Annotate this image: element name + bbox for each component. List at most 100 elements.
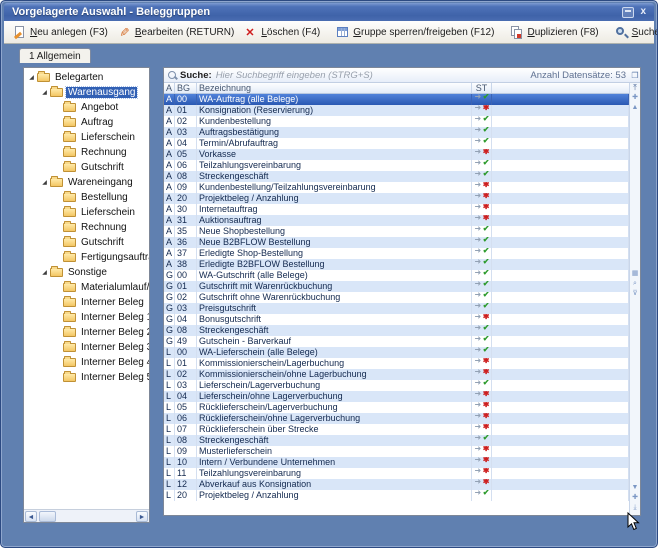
table-row[interactable]: L01Kommissionierschein/Lagerbuchung xyxy=(164,358,629,369)
tree-item-interner-beleg-5-pps-[interactable]: Interner Beleg 5 (PPS) xyxy=(24,370,149,385)
lockgroup-button[interactable]: Gruppe sperren/freigeben (F12) xyxy=(331,24,499,41)
cell-status xyxy=(472,347,492,358)
tree-expander-icon[interactable]: ◢ xyxy=(40,179,49,186)
delete-button[interactable]: Löschen (F4) xyxy=(239,24,325,41)
table-row[interactable]: L12Abverkauf aus Konsignation xyxy=(164,479,629,490)
table-row[interactable]: L00WA-Lieferschein (alle Belege) xyxy=(164,347,629,358)
folder-icon xyxy=(63,373,76,382)
tree-item-interner-beleg-1-pps-[interactable]: Interner Beleg 1 (PPS) xyxy=(24,310,149,325)
table-row[interactable]: A31Auktionsauftrag xyxy=(164,215,629,226)
search-button[interactable]: Suchen (STRG+S) xyxy=(610,24,658,41)
table-row[interactable]: A38Erledigte B2BFLOW Bestellung xyxy=(164,259,629,270)
table-row[interactable]: L07Rücklieferschein über Strecke xyxy=(164,424,629,435)
table-row[interactable]: G01Gutschrift mit Warenrückbuchung xyxy=(164,281,629,292)
table-row[interactable]: A30Internetauftrag xyxy=(164,204,629,215)
column-header-st[interactable]: ST xyxy=(472,83,492,93)
table-row[interactable]: A36Neue B2BFLOW Bestellung xyxy=(164,237,629,248)
status-inactive-icon xyxy=(476,149,488,158)
table-row[interactable]: A05Vorkasse xyxy=(164,149,629,160)
table-row[interactable]: A01Konsignation (Reservierung) xyxy=(164,105,629,116)
table-row[interactable]: A37Erledigte Shop-Bestellung xyxy=(164,248,629,259)
table-row[interactable]: A06Teilzahlungsvereinbarung xyxy=(164,160,629,171)
table-row[interactable]: L02Kommissionierschein/ohne Lagerbuchung xyxy=(164,369,629,380)
scrollbar-thumb[interactable] xyxy=(39,511,56,522)
table-row[interactable]: A08Streckengeschäft xyxy=(164,171,629,182)
tree-item-interner-beleg-4-pps-[interactable]: Interner Beleg 4 (PPS) xyxy=(24,355,149,370)
cell-bezeichnung: Kommissionierschein/Lagerbuchung xyxy=(197,358,472,369)
table-row[interactable]: L11Teilzahlungsvereinbarung xyxy=(164,468,629,479)
tree-item-warenausgang[interactable]: ◢Warenausgang xyxy=(24,85,149,100)
scroll-down-icon[interactable]: ▼ xyxy=(630,483,640,493)
table-row[interactable]: L05Rücklieferschein/Lagerverbuchung xyxy=(164,402,629,413)
table-row[interactable]: A09Kundenbestellung/Teilzahlungsvereinba… xyxy=(164,182,629,193)
tree-item-sonstige[interactable]: ◢Sonstige xyxy=(24,265,149,280)
grid-vertical-scrollbar[interactable]: ❐ ⤒✚▲ ▦⌕⊽ ▼✚⤓ xyxy=(629,83,640,515)
tree-item-rechnung[interactable]: Rechnung xyxy=(24,145,149,160)
cell-status xyxy=(472,358,492,369)
tree-item-angebot[interactable]: Angebot xyxy=(24,100,149,115)
tree-item-bestellung[interactable]: Bestellung xyxy=(24,190,149,205)
scroll-right-icon[interactable]: ► xyxy=(136,511,148,522)
scroll-up-icon[interactable]: ▲ xyxy=(630,103,640,113)
table-row[interactable]: A03Auftragsbestätigung xyxy=(164,127,629,138)
add-record-icon[interactable]: ✚ xyxy=(630,93,640,103)
edit-button[interactable]: Bearbeiten (RETURN) xyxy=(113,24,239,41)
table-row[interactable]: A04Termin/Abrufauftrag xyxy=(164,138,629,149)
table-row[interactable]: G02Gutschrift ohne Warenrückbuchung xyxy=(164,292,629,303)
tree-expander-icon[interactable]: ◢ xyxy=(40,89,49,96)
tree-item-materialumlauf-reparatur[interactable]: Materialumlauf/Reparatur xyxy=(24,280,149,295)
tree-item-wareneingang[interactable]: ◢Wareneingang xyxy=(24,175,149,190)
tree-expander-icon[interactable]: ◢ xyxy=(27,74,36,81)
grid-view-icon[interactable]: ▦ xyxy=(630,269,640,279)
table-row[interactable]: A00WA-Auftrag (alle Belege) xyxy=(164,94,629,105)
tree-horizontal-scrollbar[interactable]: ◄ ► xyxy=(24,509,149,522)
tree-item-gutschrift[interactable]: Gutschrift xyxy=(24,160,149,175)
cell-filler xyxy=(492,336,629,347)
status-inactive-icon xyxy=(476,479,488,488)
search-input[interactable]: Hier Suchbegriff eingeben (STRG+S) xyxy=(216,70,531,81)
table-row[interactable]: A02Kundenbestellung xyxy=(164,116,629,127)
tree-item-lieferschein[interactable]: Lieferschein xyxy=(24,205,149,220)
new-button[interactable]: Neu anlegen (F3) xyxy=(8,24,113,41)
tree-item-interner-beleg-3-pps-[interactable]: Interner Beleg 3 (PPS) xyxy=(24,340,149,355)
table-row[interactable]: L03Lieferschein/Lagerverbuchung xyxy=(164,380,629,391)
table-row[interactable]: G03Preisgutschrift xyxy=(164,303,629,314)
tree-item-gutschrift[interactable]: Gutschrift xyxy=(24,235,149,250)
tree-item-lieferschein[interactable]: Lieferschein xyxy=(24,130,149,145)
tree-expander-icon[interactable]: ◢ xyxy=(40,269,49,276)
scroll-left-icon[interactable]: ◄ xyxy=(25,511,37,522)
cell-art: L xyxy=(164,413,175,424)
duplicate-button[interactable]: Duplizieren (F8) xyxy=(505,24,603,41)
tree-item-auftrag[interactable]: Auftrag xyxy=(24,115,149,130)
grid-search-bar[interactable]: Suche: Hier Suchbegriff eingeben (STRG+S… xyxy=(164,68,640,83)
table-row[interactable]: G04Bonusgutschrift xyxy=(164,314,629,325)
tree-item-belegarten[interactable]: ◢Belegarten xyxy=(24,70,149,85)
close-icon[interactable]: x xyxy=(640,7,646,17)
table-row[interactable]: A20Projektbeleg / Anzahlung xyxy=(164,193,629,204)
table-row[interactable]: G08Streckengeschäft xyxy=(164,325,629,336)
table-row[interactable]: G49Gutschein - Barverkauf xyxy=(164,336,629,347)
filter-icon[interactable]: ⊽ xyxy=(630,289,640,299)
table-row[interactable]: L08Streckengeschäft xyxy=(164,435,629,446)
table-row[interactable]: L04Lieferschein/ohne Lagerverbuchung xyxy=(164,391,629,402)
column-chooser-icon[interactable]: ❐ xyxy=(630,71,640,80)
add-record-icon[interactable]: ✚ xyxy=(630,493,640,503)
tab-allgemein[interactable]: 1 Allgemein xyxy=(19,48,91,63)
table-row[interactable]: L20Projektbeleg / Anzahlung xyxy=(164,490,629,501)
table-row[interactable]: G00WA-Gutschrift (alle Belege) xyxy=(164,270,629,281)
tree-item-rechnung[interactable]: Rechnung xyxy=(24,220,149,235)
cell-art: A xyxy=(164,215,175,226)
tree-item-interner-beleg-2-pps-[interactable]: Interner Beleg 2 (PPS) xyxy=(24,325,149,340)
column-header-bg[interactable]: BG xyxy=(175,83,197,93)
column-header-a[interactable]: A xyxy=(164,83,175,93)
restore-window-icon[interactable] xyxy=(622,7,634,18)
tree-item-fertigungsauftrag-pps-[interactable]: Fertigungsauftrag (PPS) xyxy=(24,250,149,265)
table-row[interactable]: A35Neue Shopbestellung xyxy=(164,226,629,237)
scroll-to-top-icon[interactable]: ⤒ xyxy=(630,83,640,93)
table-row[interactable]: L06Rücklieferschein/ohne Lagerverbuchung xyxy=(164,413,629,424)
table-row[interactable]: L09Musterlieferschein xyxy=(164,446,629,457)
quick-search-icon[interactable]: ⌕ xyxy=(630,279,640,289)
column-header-bezeichnung[interactable]: Bezeichnung xyxy=(197,83,472,93)
table-row[interactable]: L10Intern / Verbundene Unternehmen xyxy=(164,457,629,468)
tree-item-interner-beleg[interactable]: Interner Beleg xyxy=(24,295,149,310)
